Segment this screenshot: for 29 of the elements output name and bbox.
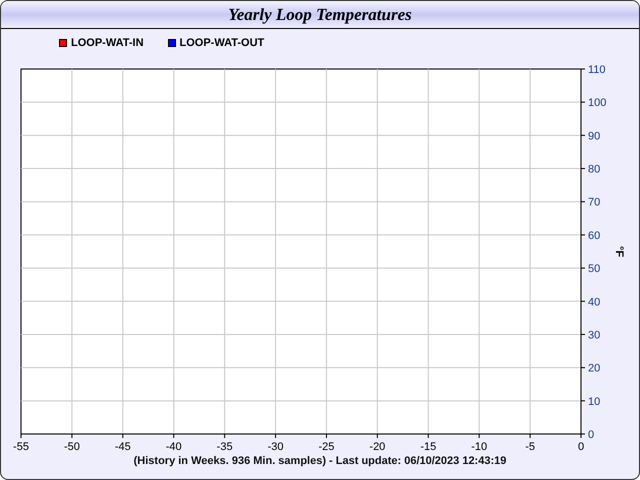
legend-label: LOOP-WAT-IN xyxy=(71,36,144,51)
y-tick-label: 10 xyxy=(588,396,600,408)
x-tick-label: -5 xyxy=(525,441,535,451)
x-tick-label: -25 xyxy=(318,441,334,451)
y-tick-label: 110 xyxy=(588,64,606,76)
y-tick-label: 40 xyxy=(588,296,600,308)
y-tick-label: 50 xyxy=(588,263,600,276)
x-tick-label: -50 xyxy=(64,441,80,451)
x-tick-label: -55 xyxy=(13,441,29,451)
y-tick-label: 90 xyxy=(588,130,600,142)
y-axis-label: °F xyxy=(613,246,625,258)
x-tick-label: -15 xyxy=(420,441,436,451)
footer-text: (History in Weeks. 936 Min. samples) - Last update: 06/10/2023 12:43:19 xyxy=(134,454,506,469)
x-tick-label: -40 xyxy=(166,441,182,451)
x-tick-label: -30 xyxy=(268,441,284,451)
x-tick-label: -10 xyxy=(471,441,488,451)
x-tick-label: -35 xyxy=(216,441,233,451)
x-tick-label: -45 xyxy=(114,441,131,451)
y-tick-label: 20 xyxy=(588,362,600,375)
y-tick-label: 0 xyxy=(588,429,594,441)
x-tick-label: 0 xyxy=(578,441,584,451)
x-tick-label: -20 xyxy=(369,441,386,451)
legend-label: LOOP-WAT-OUT xyxy=(180,36,264,51)
y-tick-label: 70 xyxy=(588,196,600,209)
y-tick-label: 30 xyxy=(588,329,600,342)
y-tick-label: 100 xyxy=(588,97,606,110)
y-tick-label: 60 xyxy=(588,230,600,242)
y-tick-label: 80 xyxy=(588,164,600,176)
window-title: Yearly Loop Temperatures xyxy=(228,4,412,26)
